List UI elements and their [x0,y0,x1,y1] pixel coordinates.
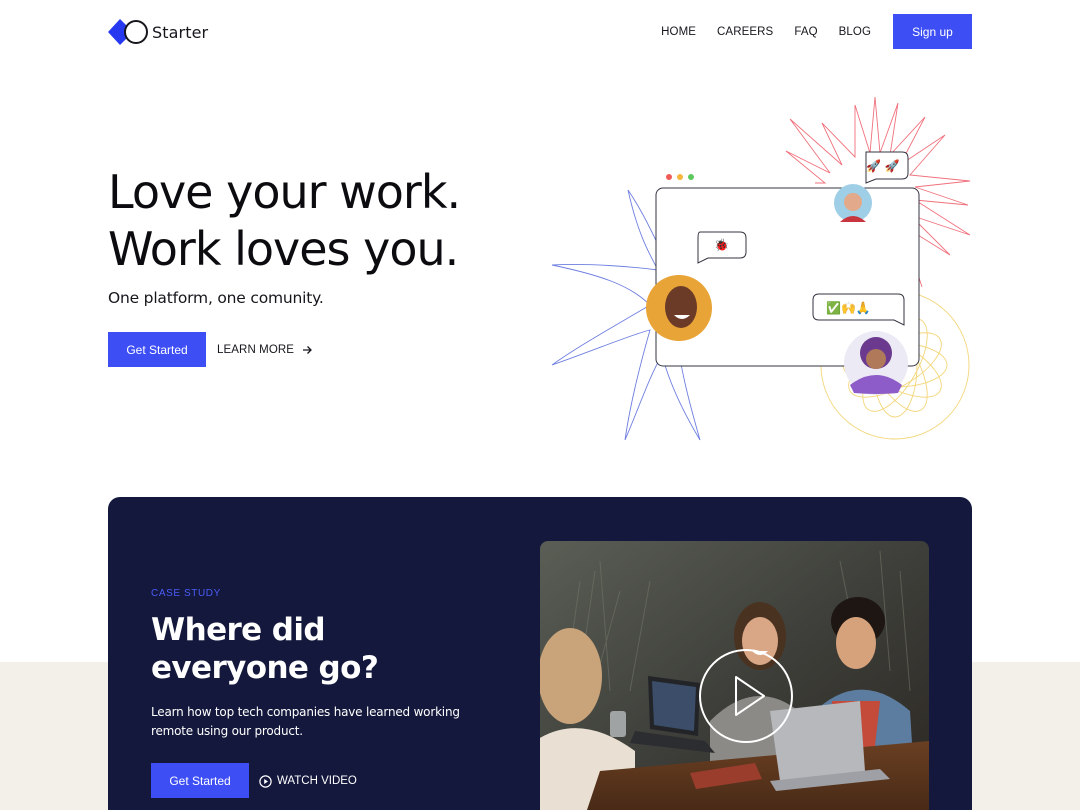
case-study-eyebrow: CASE STUDY [151,588,221,599]
avatar-woman-laughing [646,275,712,341]
rocket-bubble: 🚀 🚀 [865,151,909,184]
brand-name: Starter [152,22,209,42]
watch-video-link[interactable]: WATCH VIDEO [259,771,357,791]
case-study-title-line-2: everyone go? [151,650,379,686]
top-navigation: Starter HOME CAREERS FAQ BLOG Sign up [108,14,972,50]
case-study-description: Learn how top tech companies have learne… [151,705,460,738]
bug-emoji: 🐞 [714,238,729,252]
rocket-emojis: 🚀 🚀 [866,159,900,173]
hero-subtitle: One platform, one comunity. [108,289,324,307]
avatar-girl-curly [844,331,908,395]
nav-item-faq[interactable]: FAQ [794,26,817,38]
window-dot-red [666,174,672,180]
brand[interactable]: Starter [108,14,208,50]
reaction-emojis: ✅🙌🙏 [826,301,871,315]
avatar-man-glasses [834,184,872,222]
case-study-title: Where did everyone go? [151,611,379,687]
video-thumbnail[interactable] [540,541,929,810]
watch-video-label: WATCH VIDEO [277,775,357,787]
window-dot-green [688,174,694,180]
hero-title: Love your work. Work loves you. [108,164,461,278]
starter-logo-icon [108,19,148,45]
glass-cup [610,711,626,737]
bug-bubble: 🐞 [697,231,747,264]
case-study-get-started-button[interactable]: Get Started [151,763,249,798]
nav-item-blog[interactable]: BLOG [839,26,871,38]
learn-more-label: LEARN MORE [217,344,295,356]
hero-get-started-button[interactable]: Get Started [108,332,206,367]
reaction-bubble: ✅🙌🙏 [812,293,905,326]
case-study-title-line-1: Where did [151,612,326,648]
hero-title-line-1: Love your work. [108,165,461,219]
arrow-right-icon [303,346,312,354]
main-menu: HOME CAREERS FAQ BLOG Sign up [661,14,972,49]
chat-illustration: 🚀 🚀 🐞 ✅🙌🙏 [551,96,971,441]
hero-title-line-2: Work loves you. [108,222,459,276]
learn-more-link[interactable]: LEARN MORE [217,340,312,360]
window-dot-yellow [677,174,683,180]
play-circle-icon [259,774,272,788]
case-study-card: CASE STUDY Where did everyone go? Learn … [108,497,972,810]
signup-button[interactable]: Sign up [893,14,972,49]
nav-item-home[interactable]: HOME [661,26,696,38]
nav-item-careers[interactable]: CAREERS [717,26,773,38]
